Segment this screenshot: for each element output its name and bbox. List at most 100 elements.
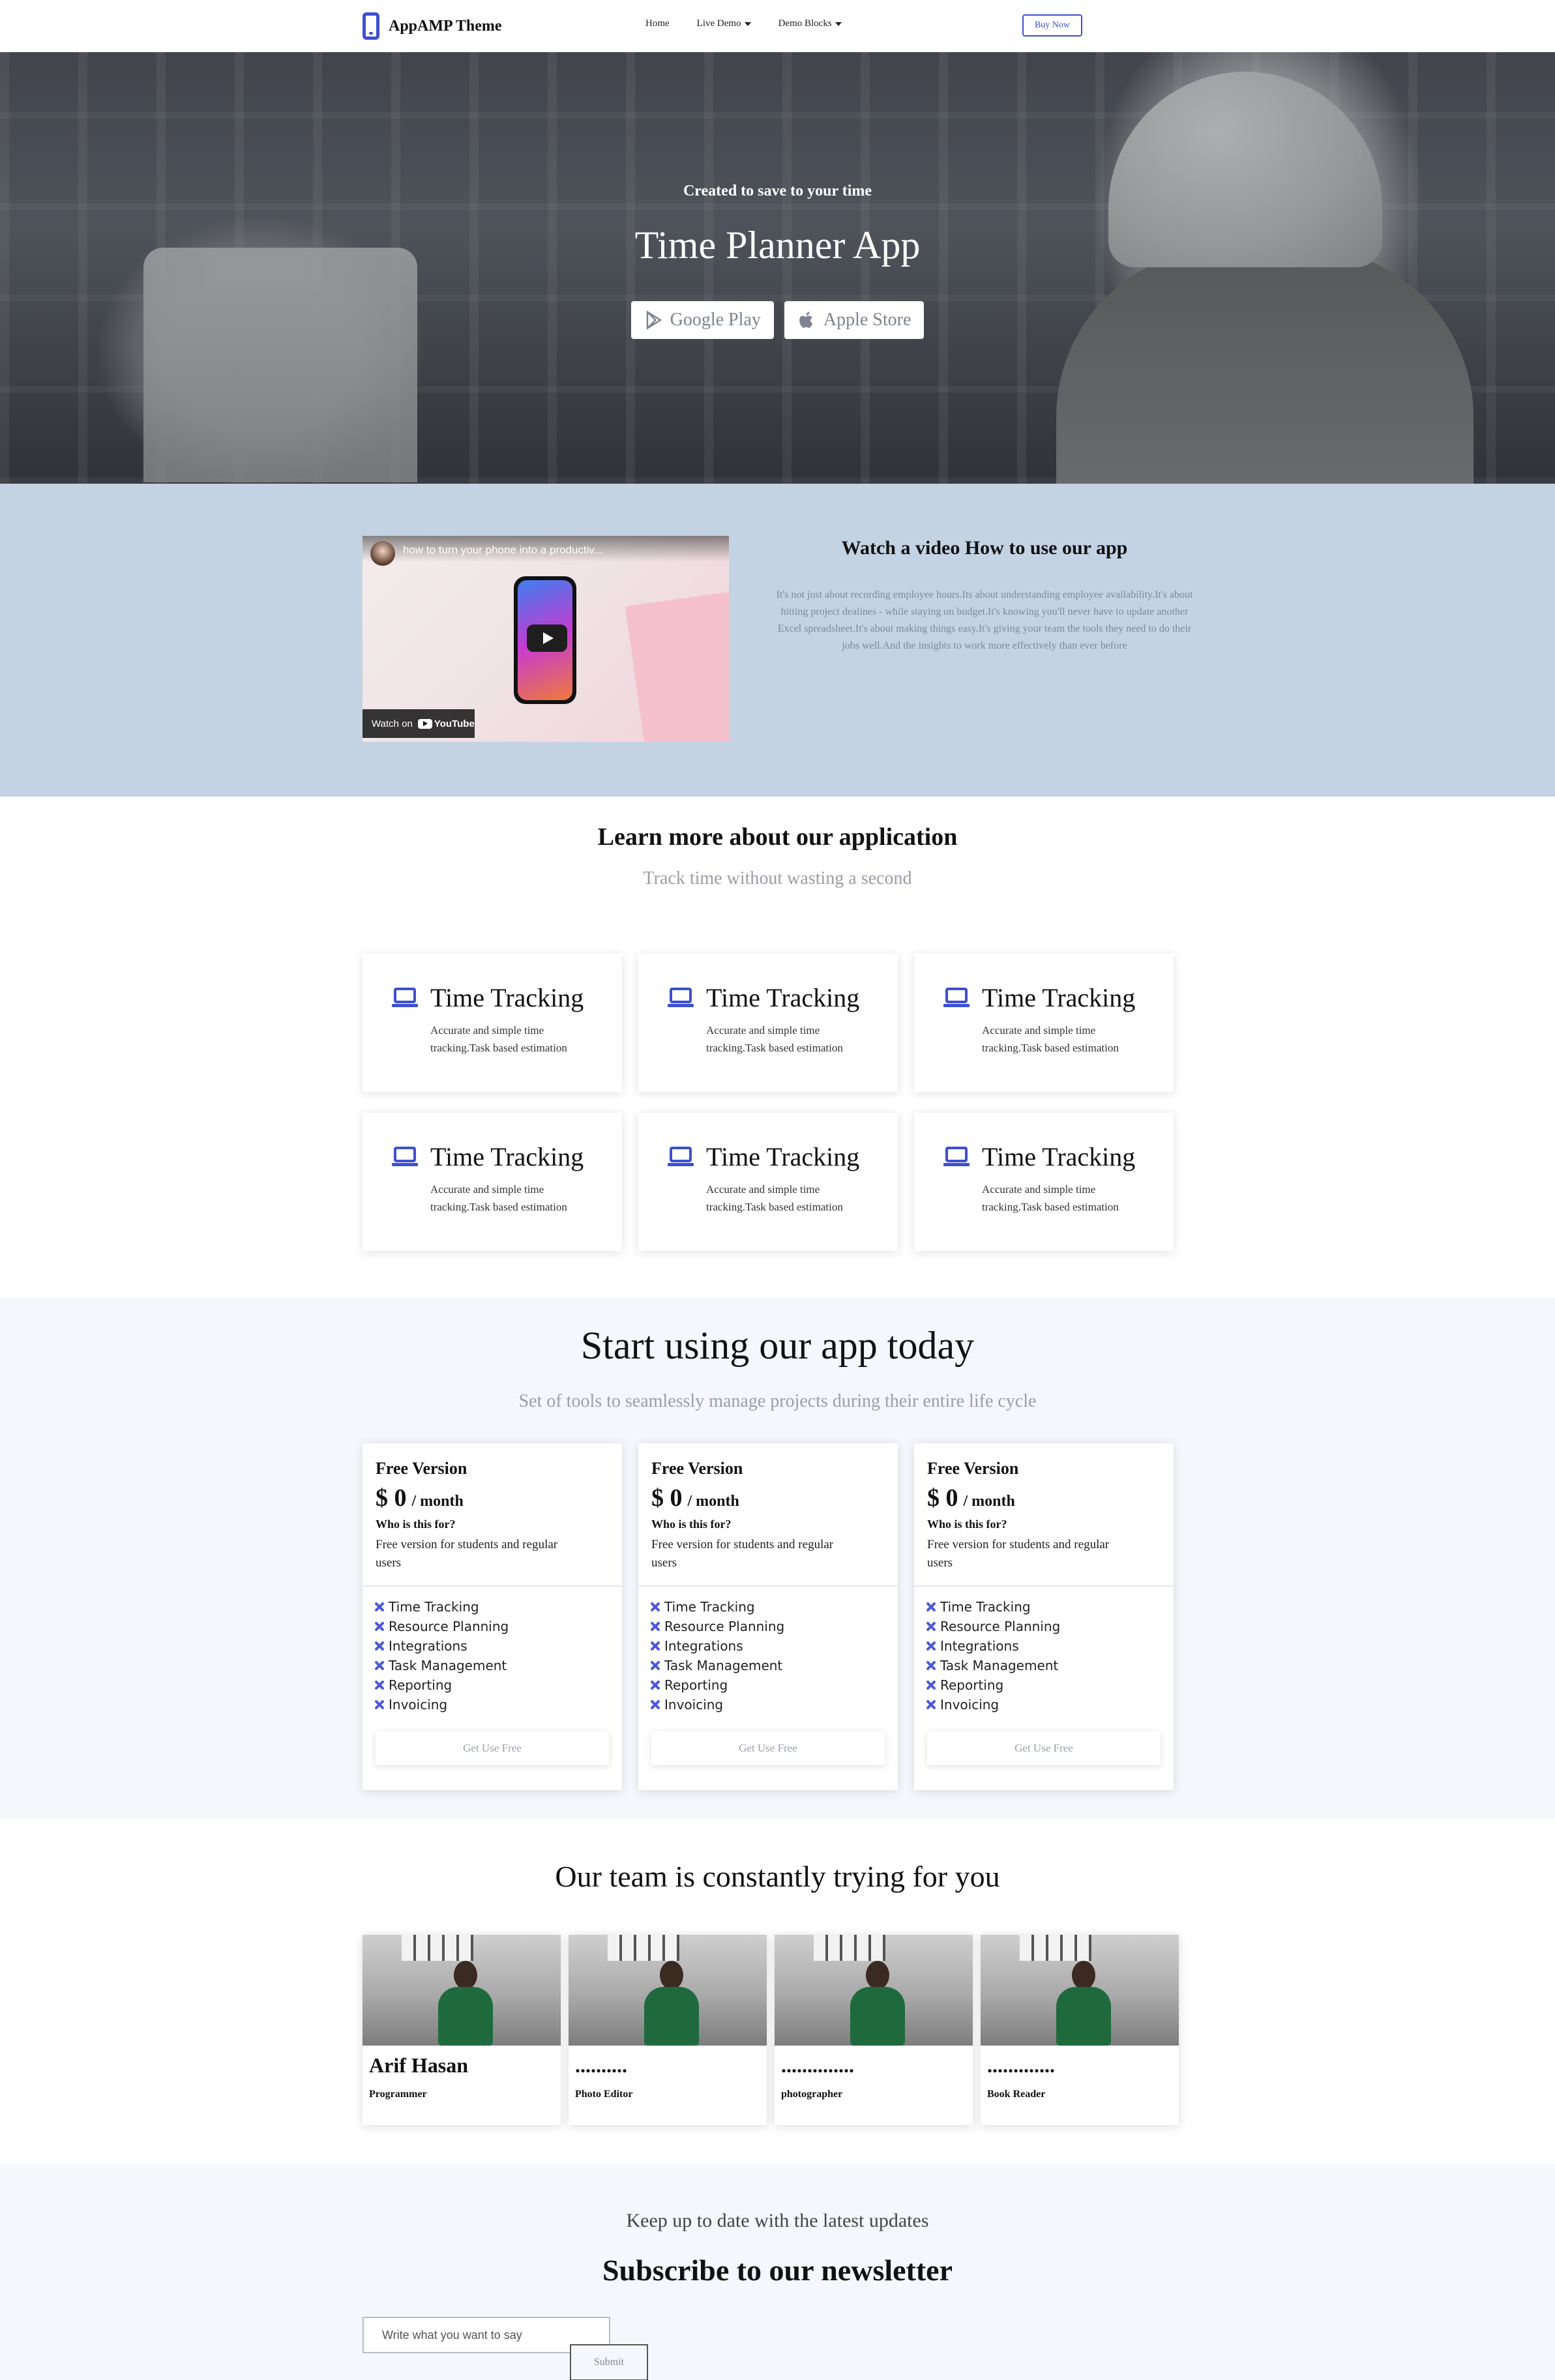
feature-list-item: Invoicing [374, 1695, 509, 1714]
x-mark-icon [374, 1602, 385, 1612]
plan-audience-heading: Who is this for? [651, 1518, 732, 1531]
photo-person [846, 1961, 909, 2046]
feature-card: Time Tracking Accurate and simple time tr… [363, 1113, 622, 1251]
nav-link-home[interactable]: Home [645, 18, 670, 29]
pricing-title: Start using our app today [580, 1324, 975, 1367]
nav-link-demo-blocks[interactable]: Demo Blocks [778, 18, 842, 29]
feature-title: Time Tracking [430, 983, 584, 1012]
feature-description: Accurate and simple time tracking.Task b… [430, 1183, 567, 1213]
photo-person-head [1072, 1961, 1095, 1990]
feature-list-label: Time Tracking [389, 1599, 479, 1615]
plan-name: Free Version [376, 1459, 467, 1478]
apple-icon [799, 312, 813, 328]
video-title[interactable]: how to turn your phone into a productiv.… [403, 544, 603, 557]
store-buttons: Google Play Apple Store [0, 301, 1555, 339]
google-play-icon [646, 310, 662, 330]
x-mark-icon [926, 1621, 936, 1632]
video-thumbnail-notebook [625, 591, 729, 742]
feature-list-item: Task Management [926, 1656, 1060, 1675]
feature-list-label: Resource Planning [664, 1619, 785, 1634]
apple-store-button[interactable]: Apple Store [784, 301, 925, 339]
get-use-free-button[interactable]: Get Use Free [651, 1731, 885, 1765]
feature-title: Time Tracking [982, 1142, 1136, 1171]
learn-subtitle: Track time without wasting a second [643, 868, 912, 889]
brand[interactable]: AppAMP Theme [363, 12, 502, 40]
feature-list-item: Task Management [374, 1656, 509, 1675]
feature-list-label: Task Management [940, 1658, 1059, 1673]
laptop-icon [392, 1147, 418, 1166]
laptop-icon [668, 988, 694, 1007]
plan-price-value: $ 0 [927, 1484, 958, 1512]
x-mark-icon [650, 1660, 660, 1671]
channel-avatar[interactable] [370, 541, 395, 566]
feature-card: Time Tracking Accurate and simple time tr… [363, 954, 622, 1092]
x-mark-icon [650, 1699, 660, 1710]
video-description: It's not just about recording employee h… [776, 589, 1193, 651]
x-mark-icon [374, 1660, 385, 1671]
plan-audience-description: Free version for students and regular us… [376, 1538, 558, 1570]
feature-list-item: Resource Planning [374, 1617, 509, 1636]
photo-window [814, 1935, 885, 1961]
pricing-card: Free Version $ 0/ month Who is this for? Fr… [914, 1443, 1174, 1790]
team-member-role: Photo Editor [575, 2089, 633, 2100]
team-member-role: Book Reader [987, 2089, 1046, 2100]
video-section: how to turn your phone into a productiv.… [0, 484, 1555, 797]
feature-list-item: Invoicing [926, 1695, 1060, 1714]
nav-menu: Home Live Demo Demo Blocks [645, 18, 842, 29]
photo-window [1020, 1935, 1091, 1961]
feature-list-item: Reporting [374, 1675, 509, 1695]
feature-title: Time Tracking [430, 1142, 584, 1171]
photo-person-head [866, 1961, 889, 1990]
plan-price: $ 0 / month [927, 1484, 1015, 1512]
laptop-icon [943, 988, 970, 1007]
buy-now-button[interactable]: Buy Now [1022, 14, 1082, 37]
divider [363, 1585, 622, 1587]
team-member-role: photographer [781, 2089, 843, 2100]
feature-list-label: Resource Planning [389, 1619, 509, 1634]
x-mark-icon [374, 1699, 385, 1710]
photo-person-body [850, 1987, 905, 2046]
feature-list-label: Resource Planning [940, 1619, 1061, 1634]
plan-period: / month [411, 1493, 464, 1510]
team-member-photo [363, 1935, 561, 2046]
team-member-card: .............. photographer [775, 1935, 973, 2125]
youtube-wordmark: YouTube [434, 718, 475, 729]
watch-on-youtube-button[interactable]: Watch on YouTube [363, 709, 475, 738]
x-mark-icon [374, 1680, 385, 1690]
feature-list-label: Reporting [940, 1677, 1004, 1693]
x-mark-icon [926, 1602, 936, 1612]
nav-link-live-demo[interactable]: Live Demo [697, 18, 751, 29]
plan-period: / month [687, 1493, 739, 1510]
newsletter-title: Subscribe to our newsletter [602, 2254, 953, 2287]
feature-list-label: Invoicing [389, 1697, 448, 1712]
divider [914, 1585, 1174, 1587]
feature-list-item: Reporting [650, 1675, 784, 1695]
pricing-card: Free Version $ 0/ month Who is this for? Fr… [638, 1443, 898, 1790]
team-member-name: Arif Hasan [369, 2053, 468, 2077]
newsletter-section: Keep up to date with the latest updates … [0, 2164, 1555, 2380]
feature-list-item: Resource Planning [926, 1617, 1060, 1636]
team-member-name: .......... [575, 2053, 627, 2077]
x-mark-icon [926, 1699, 936, 1710]
hero-title: Time Planner App [634, 224, 921, 267]
team-member-card: ............. Book Reader [981, 1935, 1179, 2125]
laptop-icon [668, 1147, 694, 1166]
plan-audience-description: Free version for students and regular us… [651, 1538, 834, 1570]
feature-list-label: Reporting [664, 1677, 728, 1693]
photo-window [402, 1935, 473, 1961]
submit-button[interactable]: Submit [570, 2344, 648, 2380]
get-use-free-button[interactable]: Get Use Free [927, 1731, 1161, 1765]
play-icon[interactable] [527, 624, 567, 652]
photo-person-body [644, 1987, 699, 2046]
team-member-photo [775, 1935, 973, 2046]
feature-card: Time Tracking Accurate and simple time tr… [638, 954, 898, 1092]
team-member-photo [981, 1935, 1179, 2046]
photo-person [640, 1961, 703, 2046]
team-member-name: ............. [987, 2053, 1055, 2077]
team-member-card: Arif Hasan Programmer [363, 1935, 561, 2125]
get-use-free-button[interactable]: Get Use Free [376, 1731, 609, 1765]
google-play-button[interactable]: Google Play [630, 301, 774, 339]
plan-audience-heading: Who is this for? [376, 1518, 456, 1531]
feature-list-label: Integrations [940, 1638, 1019, 1654]
youtube-video-embed[interactable]: how to turn your phone into a productiv.… [363, 536, 729, 742]
